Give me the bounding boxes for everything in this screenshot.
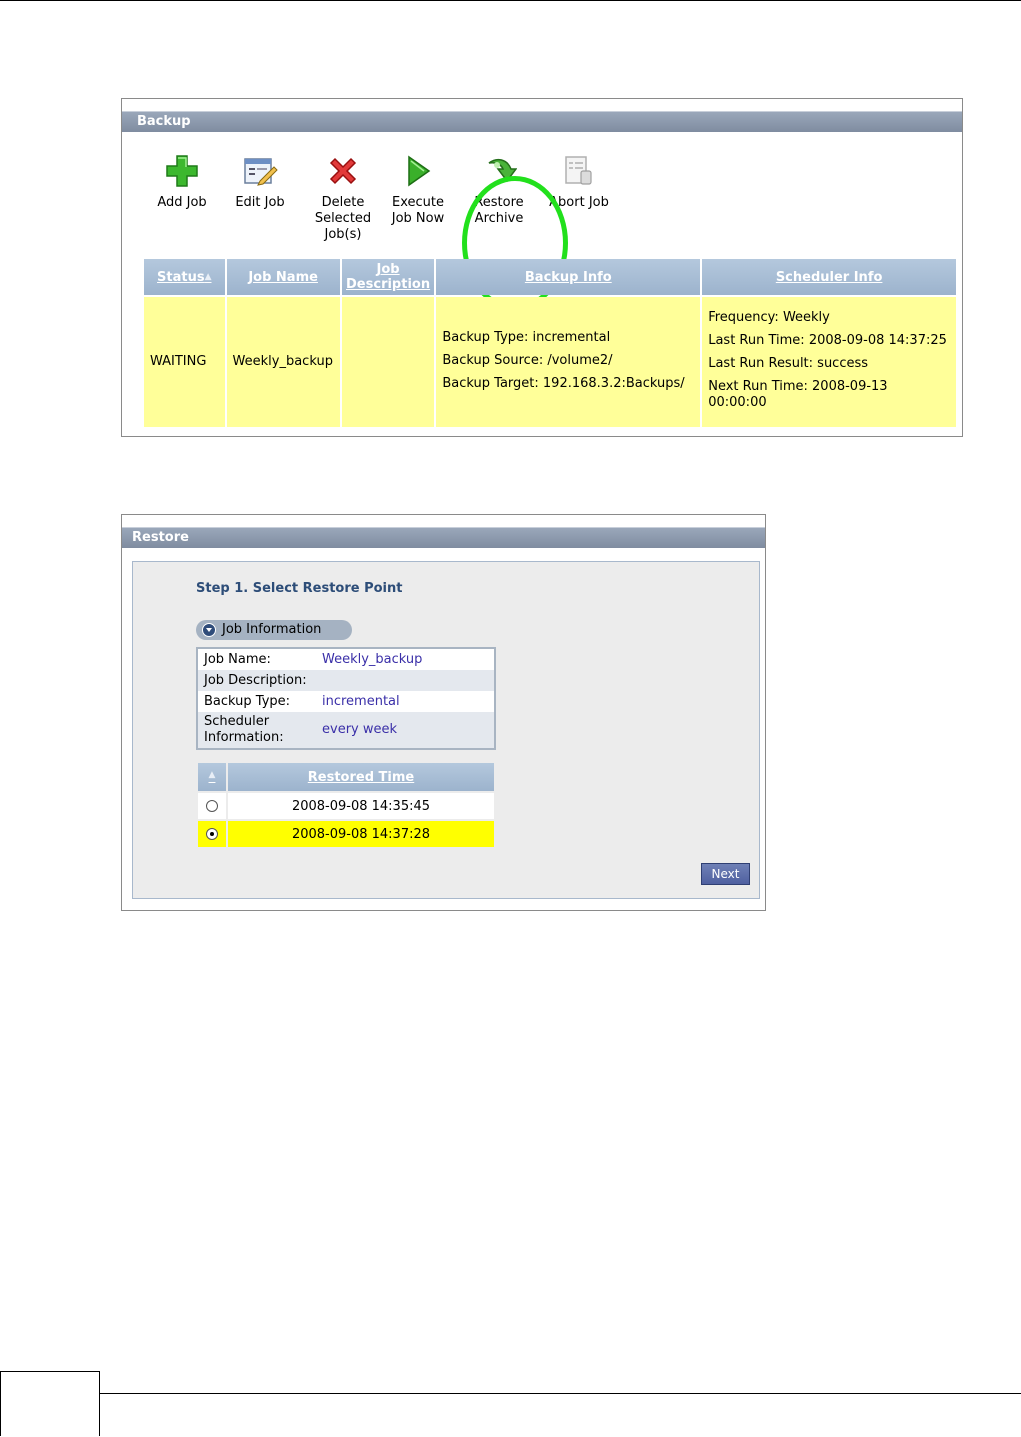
table-row: Job Name: Weekly_backup	[197, 648, 495, 670]
column-job-name[interactable]: Job Name	[226, 259, 340, 295]
backup-type-value: incremental	[322, 693, 400, 709]
backup-type-label: Backup Type:	[204, 693, 291, 709]
restore-step-box: Step 1. Select Restore Point Job Informa…	[132, 561, 760, 899]
table-row: Scheduler Information: every week	[197, 712, 495, 749]
frequency-text: Frequency: Weekly	[708, 310, 830, 325]
restore-point-radio[interactable]	[206, 800, 218, 812]
restore-panel-title: Restore	[122, 527, 765, 548]
plus-icon	[166, 155, 198, 187]
backup-source-text: Backup Source: /volume2/	[442, 352, 613, 368]
delete-selected-jobs-button[interactable]: Delete Selected Job(s)	[308, 149, 378, 243]
page-top-rule	[0, 0, 1021, 1]
job-name-label: Job Name:	[204, 651, 271, 667]
step-title: Step 1. Select Restore Point	[196, 581, 403, 596]
restore-point-radio-cell[interactable]	[198, 793, 226, 819]
execute-job-now-label: Execute Job Now	[391, 195, 445, 226]
backup-panel-title: Backup	[122, 111, 962, 132]
backup-jobs-table: Status▲ Job Name Job Description Backup …	[142, 257, 958, 429]
job-status-cell: WAITING	[144, 297, 225, 427]
table-row[interactable]: 2008-09-08 14:35:45	[198, 793, 494, 819]
backup-panel: Backup Add Job Edit Job Delete Selected …	[121, 98, 963, 437]
last-run-time-text: Last Run Time: 2008-09-08 14:37:25	[708, 333, 947, 348]
sort-ascending-icon: ▲	[204, 271, 212, 282]
column-backup-info[interactable]: Backup Info	[436, 259, 701, 295]
last-run-result-text: Last Run Result: success	[708, 356, 869, 371]
job-description-label: Job Description:	[197, 670, 316, 691]
backup-toolbar: Add Job Edit Job Delete Selected Job(s)	[142, 149, 662, 310]
select-column-header[interactable]: ▲	[198, 763, 226, 791]
restore-point-time: 2008-09-08 14:35:45	[228, 793, 494, 819]
scheduler-info-cell: Frequency: Weekly Last Run Time: 2008-09…	[702, 297, 956, 427]
table-row: Job Description:	[197, 670, 495, 691]
restore-points-table: ▲ Restored Time 2008-09-08 14:35:45 2008…	[196, 761, 496, 849]
execute-job-now-button[interactable]: Execute Job Now	[388, 149, 448, 227]
column-status[interactable]: Status▲	[144, 259, 225, 295]
table-row[interactable]: WAITING Weekly_backup Backup Type: incre…	[144, 297, 956, 427]
delete-icon	[329, 157, 357, 185]
restore-panel: Restore Step 1. Select Restore Point Job…	[121, 514, 766, 911]
edit-job-icon	[244, 158, 278, 186]
collapse-arrow-icon	[202, 623, 216, 637]
abort-job-icon	[565, 156, 592, 185]
sort-ascending-icon: ▲	[208, 769, 216, 780]
table-row: Backup Type: incremental	[197, 691, 495, 712]
scheduler-information-label: Scheduler Information:	[197, 712, 316, 749]
job-information-toggle[interactable]: Job Information	[196, 620, 352, 640]
backup-type-text: Backup Type: incremental	[442, 329, 611, 345]
job-information-label: Job Information	[222, 622, 322, 637]
column-scheduler-info[interactable]: Scheduler Info	[702, 259, 956, 295]
edit-job-button[interactable]: Edit Job	[230, 149, 290, 211]
job-name-cell: Weekly_backup	[226, 297, 340, 427]
scheduler-information-value: every week	[316, 712, 495, 749]
backup-info-cell: Backup Type: incremental Backup Source: …	[436, 297, 701, 427]
table-row[interactable]: 2008-09-08 14:37:28	[198, 821, 494, 847]
page-footer-rule	[0, 1393, 1021, 1394]
next-button[interactable]: Next	[701, 863, 750, 885]
restore-point-radio-selected[interactable]	[206, 828, 218, 840]
add-job-label: Add Job	[157, 195, 207, 210]
restore-point-time: 2008-09-08 14:37:28	[228, 821, 494, 847]
add-job-button[interactable]: Add Job	[152, 149, 212, 211]
edit-job-label: Edit Job	[235, 195, 285, 210]
column-restored-time[interactable]: Restored Time	[228, 763, 494, 791]
job-name-value: Weekly_backup	[322, 651, 423, 667]
backup-target-text: Backup Target: 192.168.3.2:Backups/	[442, 375, 685, 391]
column-job-description[interactable]: Job Description	[341, 259, 435, 295]
job-description-cell	[341, 297, 435, 427]
job-description-value	[316, 670, 495, 691]
play-icon	[408, 155, 431, 187]
restore-point-radio-cell[interactable]	[198, 821, 226, 847]
delete-selected-jobs-label: Delete Selected Job(s)	[314, 195, 372, 242]
page-number-box	[0, 1371, 100, 1436]
next-run-time-text: Next Run Time: 2008-09-13 00:00:00	[708, 379, 888, 410]
job-information-table: Job Name: Weekly_backup Job Description:…	[196, 647, 496, 750]
